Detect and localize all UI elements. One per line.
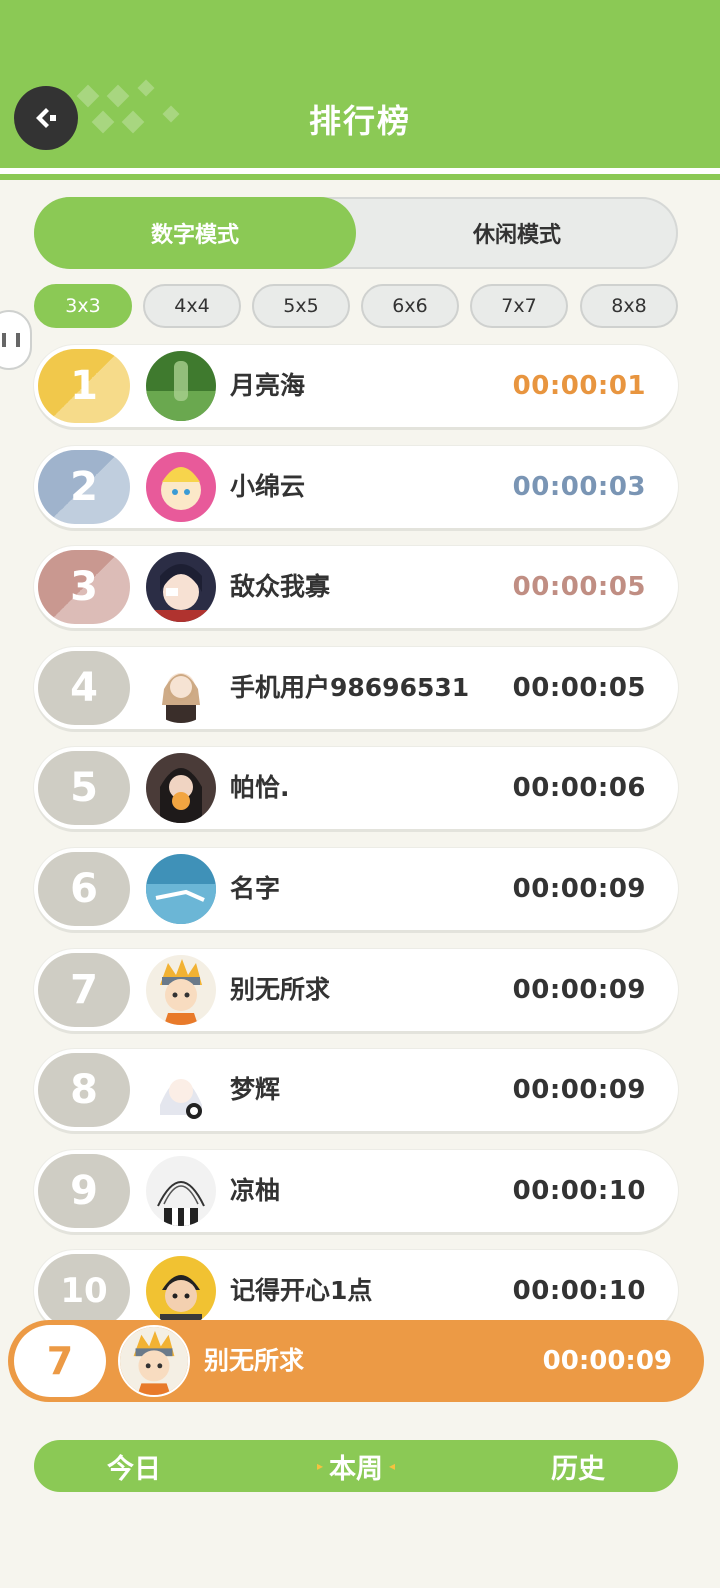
user-name: 小绵云 [230, 472, 306, 501]
tab-casual-mode[interactable]: 休闲模式 [356, 197, 678, 269]
side-pull-tab[interactable] [0, 310, 32, 370]
user-avatar[interactable] [146, 1256, 216, 1326]
user-avatar[interactable] [146, 351, 216, 421]
right-marker-icon: ◂ [389, 1459, 396, 1473]
current-user-avatar [118, 1325, 190, 1397]
completion-time: 00:00:05 [512, 673, 646, 703]
user-avatar[interactable] [146, 653, 216, 723]
leaderboard-row[interactable]: 6 名字 00:00:09 [34, 848, 678, 930]
leaderboard-row[interactable]: 9 凉柚 00:00:10 [34, 1150, 678, 1232]
photo-avatar-icon [146, 753, 216, 823]
forest-avatar-icon [146, 351, 216, 421]
completion-time: 00:00:09 [512, 975, 646, 1005]
user-avatar[interactable] [146, 854, 216, 924]
user-avatar[interactable] [146, 552, 216, 622]
ninja-avatar-icon [146, 955, 216, 1025]
user-avatar[interactable] [146, 1055, 216, 1125]
tab-this-week[interactable]: ▸ 本周 ◂ [256, 1440, 456, 1492]
rank-badge: 7 [38, 953, 130, 1027]
rank-badge: 6 [38, 852, 130, 926]
rank-badge: 10 [38, 1254, 130, 1328]
user-avatar[interactable] [146, 452, 216, 522]
user-name: 凉柚 [230, 1176, 281, 1205]
user-avatar[interactable] [146, 955, 216, 1025]
rank-badge: 1 [38, 349, 130, 423]
current-user-time: 00:00:09 [542, 1346, 672, 1376]
completion-time: 00:00:05 [512, 572, 646, 602]
pause-icon [2, 333, 20, 347]
boy-avatar-icon [146, 1256, 216, 1326]
leaderboard-row[interactable]: 4 手机用户98696531 00:00:05 [34, 647, 678, 729]
chip-8x8[interactable]: 8x8 [580, 284, 678, 328]
cartoon-avatar-icon [146, 452, 216, 522]
mode-switch: 数字模式 休闲模式 [34, 197, 678, 269]
page-title: 排行榜 [308, 102, 411, 140]
chip-5x5[interactable]: 5x5 [252, 284, 350, 328]
completion-time: 00:00:06 [512, 773, 646, 803]
rank-badge: 8 [38, 1053, 130, 1127]
rank-badge: 3 [38, 550, 130, 624]
chip-6x6[interactable]: 6x6 [361, 284, 459, 328]
leaderboard-row[interactable]: 8 梦辉 00:00:09 [34, 1049, 678, 1131]
ninja-avatar-icon [120, 1327, 188, 1395]
chip-4x4[interactable]: 4x4 [143, 284, 241, 328]
completion-time: 00:00:10 [512, 1176, 646, 1206]
rank-badge: 4 [38, 651, 130, 725]
water-avatar-icon [146, 854, 216, 924]
tab-history-label: 历史 [551, 1453, 605, 1485]
leaderboard-row[interactable]: 5 帕恰. 00:00:06 [34, 747, 678, 829]
user-name: 帕恰. [230, 773, 290, 802]
tab-history[interactable]: 历史 [478, 1440, 678, 1492]
leaderboard-row[interactable]: 1 月亮海 00:00:01 [34, 345, 678, 427]
user-name: 敌众我寡 [230, 572, 331, 601]
rank-badge: 9 [38, 1154, 130, 1228]
leaderboard-row[interactable]: 7 别无所求 00:00:09 [34, 949, 678, 1031]
completion-time: 00:00:09 [512, 874, 646, 904]
completion-time: 00:00:09 [512, 1075, 646, 1105]
tab-number-mode[interactable]: 数字模式 [34, 197, 356, 269]
header-divider [0, 168, 720, 180]
completion-time: 00:00:01 [512, 371, 646, 401]
tab-today-label: 今日 [107, 1453, 161, 1485]
sketch-avatar-icon [146, 1156, 216, 1226]
chip-3x3[interactable]: 3x3 [34, 284, 132, 328]
current-user-name: 别无所求 [204, 1346, 305, 1375]
user-name: 月亮海 [230, 371, 306, 400]
left-marker-icon: ▸ [316, 1459, 323, 1473]
rank-badge: 2 [38, 450, 130, 524]
white-hair-avatar-icon [146, 1055, 216, 1125]
completion-time: 00:00:03 [512, 472, 646, 502]
tab-this-week-label: 本周 [329, 1453, 383, 1485]
leaderboard-row[interactable]: 3 敌众我寡 00:00:05 [34, 546, 678, 628]
user-name: 名字 [230, 874, 281, 903]
user-avatar[interactable] [146, 1156, 216, 1226]
header-bar: 排行榜 [0, 0, 720, 168]
user-avatar[interactable] [146, 753, 216, 823]
anime-girl-avatar-icon [146, 552, 216, 622]
user-name: 别无所求 [230, 975, 331, 1004]
current-user-rank: 7 [14, 1325, 106, 1397]
period-tabs: 今日 ▸ 本周 ◂ 历史 [34, 1440, 678, 1492]
tab-today[interactable]: 今日 [34, 1440, 234, 1492]
user-name: 手机用户98696531 [230, 673, 470, 702]
rank-badge: 5 [38, 751, 130, 825]
user-name: 梦辉 [230, 1075, 281, 1104]
chip-7x7[interactable]: 7x7 [470, 284, 568, 328]
grid-size-chips: 3x3 4x4 5x5 6x6 7x7 8x8 [34, 284, 678, 330]
current-user-rank-bar: 7 别无所求 00:00:09 [8, 1320, 704, 1402]
leaderboard-row[interactable]: 2 小绵云 00:00:03 [34, 446, 678, 528]
anime-maid-avatar-icon [146, 653, 216, 723]
